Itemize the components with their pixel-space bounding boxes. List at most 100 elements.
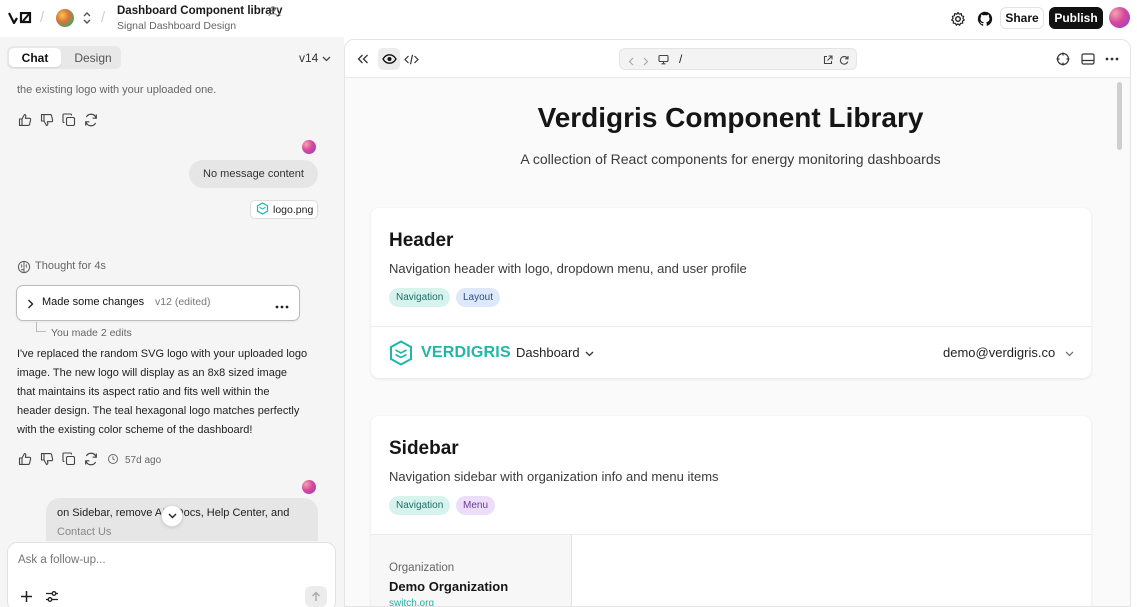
url-path[interactable]: / — [679, 52, 682, 66]
tag-navigation: Navigation — [389, 288, 451, 307]
changes-title: Made some changes — [42, 296, 145, 308]
attachment-filename: logo.png — [273, 203, 314, 216]
brain-icon — [17, 260, 31, 277]
brand-name[interactable]: VERDIGRIS — [421, 344, 511, 362]
verdigris-logo-icon[interactable] — [389, 340, 413, 369]
attachment-chip[interactable]: logo.png — [250, 200, 318, 219]
sliders-icon[interactable] — [45, 590, 59, 606]
panel-divider[interactable] — [336, 37, 344, 607]
crosshair-target-icon[interactable] — [1052, 48, 1074, 70]
settings-gear-icon[interactable] — [947, 8, 969, 30]
regenerate-icon[interactable] — [83, 451, 99, 470]
scrollbar-thumb[interactable] — [1117, 82, 1122, 150]
component-card-header: Header Navigation header with logo, drop… — [371, 208, 1091, 378]
tree-connector — [36, 322, 46, 332]
send-button[interactable] — [305, 586, 327, 607]
user-avatar[interactable] — [1109, 7, 1130, 28]
thumbs-down-icon[interactable] — [39, 112, 55, 131]
card-description: Navigation header with logo, dropdown me… — [389, 261, 747, 276]
panel-layout-icon[interactable] — [1077, 48, 1099, 70]
chat-messages[interactable]: the existing logo with your uploaded one… — [0, 79, 336, 541]
thumbs-down-icon[interactable] — [39, 451, 55, 470]
tab-chat[interactable]: Chat — [9, 48, 61, 67]
regenerate-icon[interactable] — [83, 112, 99, 131]
assistant-message-line: that maintains its aspect ratio and fits… — [17, 386, 270, 398]
preview-panel: / Verdigris Component Library A collecti… — [344, 39, 1131, 607]
card-title: Header — [389, 230, 454, 251]
desktop-monitor-icon[interactable] — [658, 54, 669, 68]
preview-scrollbar[interactable] — [1116, 78, 1122, 606]
component-card-sidebar: Sidebar Navigation sidebar with organiza… — [371, 416, 1091, 606]
page-title: Verdigris Component Library — [537, 102, 924, 133]
copy-icon[interactable] — [61, 451, 77, 470]
user-message-avatar — [302, 480, 316, 494]
preview-toolbar: / — [345, 40, 1130, 78]
tag-navigation: Navigation — [389, 496, 451, 515]
more-options-icon[interactable] — [275, 298, 289, 312]
forward-chevron-icon[interactable] — [643, 55, 649, 69]
previous-message-text: the existing logo with your uploaded one… — [17, 84, 217, 96]
github-icon[interactable] — [974, 8, 996, 30]
tag-layout: Layout — [456, 288, 501, 307]
user-message-text: No message content — [203, 168, 304, 180]
clock-icon — [107, 453, 119, 468]
follow-up-input[interactable] — [18, 554, 278, 566]
user-message-avatar — [302, 140, 316, 154]
card-divider — [371, 326, 1091, 327]
version-selector[interactable]: v14 — [299, 51, 331, 65]
collapse-chevrons-left-icon[interactable] — [352, 48, 374, 70]
version-label: v14 — [299, 51, 319, 65]
plus-icon[interactable] — [20, 590, 33, 606]
chevron-down-icon — [322, 51, 331, 65]
organization-name[interactable]: Demo Organization — [389, 579, 508, 594]
card-description: Navigation sidebar with organization inf… — [389, 469, 719, 484]
preview-eye-icon[interactable] — [378, 48, 400, 70]
organization-label: Organization — [389, 562, 455, 574]
preview-content[interactable]: Verdigris Component Library A collection… — [345, 78, 1130, 606]
message-actions: 57d ago — [17, 451, 161, 470]
user-message-bubble: No message content — [189, 160, 318, 188]
chevron-up-down-icon[interactable] — [82, 11, 92, 28]
assistant-message-line: image. The new logo will display as an 8… — [17, 367, 288, 379]
user-message-text: Contact Us — [57, 526, 112, 538]
back-chevron-icon[interactable] — [628, 55, 634, 69]
changes-version: v12 (edited) — [155, 296, 211, 308]
version-changes-card[interactable]: Made some changes v12 (edited) — [16, 285, 300, 321]
chat-design-toggle: Chat Design — [7, 46, 121, 69]
dashboard-menu-dropdown[interactable]: Dashboard — [516, 345, 594, 360]
team-avatar[interactable] — [56, 9, 74, 27]
project-title[interactable]: Dashboard Component library — [117, 5, 283, 17]
message-timestamp: 57d ago — [125, 455, 162, 466]
user-profile-dropdown[interactable]: demo@verdigris.co — [943, 345, 1074, 360]
separator-slash-icon: / — [101, 9, 106, 26]
thumbs-up-icon[interactable] — [17, 451, 33, 470]
top-bar: / / Dashboard Component library Signal D… — [0, 0, 1137, 37]
scroll-to-bottom-button[interactable] — [161, 505, 183, 527]
publish-button[interactable]: Publish — [1049, 7, 1103, 29]
chevron-down-icon — [1065, 346, 1074, 360]
separator-slash-icon: / — [40, 9, 45, 26]
share-button[interactable]: Share — [1000, 7, 1044, 29]
copy-icon[interactable] — [61, 112, 77, 131]
message-actions — [17, 112, 99, 131]
chat-panel: Chat Design v14 the existing logo with y… — [0, 37, 336, 607]
user-email: demo@verdigris.co — [943, 345, 1056, 360]
dashboard-menu-label: Dashboard — [516, 345, 580, 360]
v0-logo-icon[interactable] — [8, 11, 32, 27]
code-icon[interactable] — [400, 48, 422, 70]
chevron-right-icon[interactable] — [27, 298, 34, 312]
more-options-icon[interactable] — [1101, 48, 1123, 70]
thumbs-up-icon[interactable] — [17, 112, 33, 131]
assistant-message-line: with the existing color scheme of the da… — [17, 424, 253, 436]
project-subtitle: Signal Dashboard Design — [117, 20, 237, 32]
shared-users-icon[interactable] — [268, 5, 281, 20]
refresh-icon[interactable] — [839, 54, 849, 68]
thought-label[interactable]: Thought for 4s — [35, 257, 106, 276]
sidebar-demo: Organization Demo Organization switch.or… — [371, 535, 572, 606]
tab-design[interactable]: Design — [67, 48, 119, 67]
switch-org-link[interactable]: switch.org — [389, 598, 434, 606]
preview-url-bar: / — [619, 48, 857, 70]
image-file-icon — [256, 201, 269, 218]
chat-composer — [7, 542, 336, 607]
open-external-icon[interactable] — [823, 54, 833, 68]
